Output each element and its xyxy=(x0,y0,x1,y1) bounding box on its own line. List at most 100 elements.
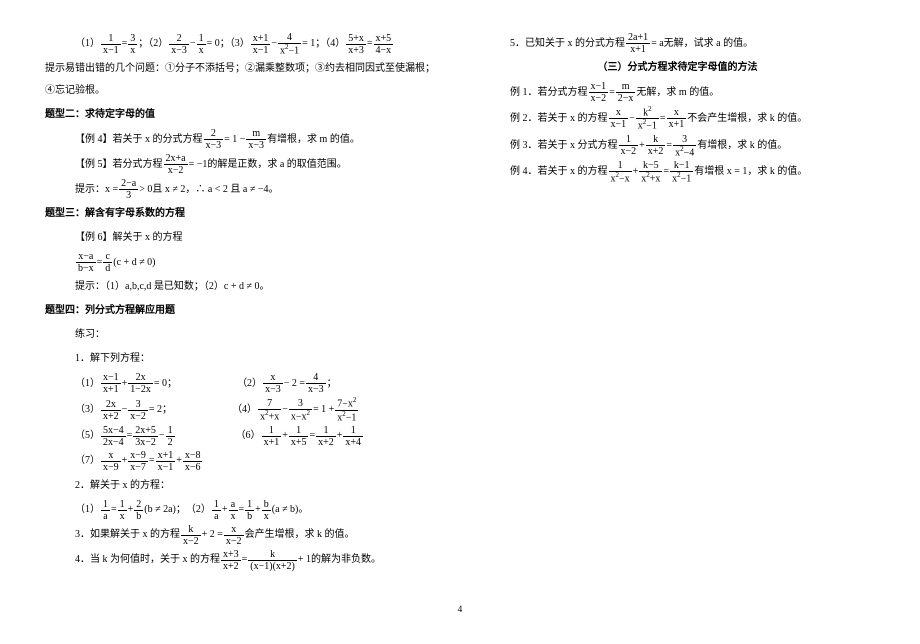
r1-post: 无解，求 m 的值。 xyxy=(636,82,719,104)
r4-post: 有增根 x = 1，求 k 的值。 xyxy=(694,161,807,183)
right-column: 5．已知关于 x 的分式方程 2a+1x+1 = a 无解，试求 a 的值。 （… xyxy=(480,30,875,574)
eq1-label: （1） xyxy=(75,33,100,55)
p5-row: 5．已知关于 x 的分式方程 2a+1x+1 = a 无解，试求 a 的值。 xyxy=(480,32,875,55)
r3-pre: 例 3．若关于 x 分式方程 xyxy=(510,135,618,157)
p2-2-label: （2） xyxy=(186,499,211,521)
frac: 2x−3 xyxy=(169,33,189,56)
frac: 3x−x2 xyxy=(289,398,312,422)
eq2-label: ；（2） xyxy=(138,33,168,55)
eq4-label: ；（4） xyxy=(315,33,345,55)
frac: 3x−2 xyxy=(128,399,148,422)
p2-1-label: （1） xyxy=(75,499,100,521)
frac: 2b xyxy=(134,499,143,522)
frac: 1a xyxy=(101,499,110,522)
r2-pre: 例 2．若关于 x 的方程 xyxy=(510,108,608,130)
section3-title: （三）分式方程求待定字母值的方法 xyxy=(480,57,875,79)
r1-pre: 例 1．若分式方程 xyxy=(510,82,588,104)
frac: 1x+5 xyxy=(289,425,309,448)
example-6-hint: 提示：（1）a,b,c,d 是已知数；（2）c + d ≠ 0。 xyxy=(45,276,440,298)
p1-3-label: （3） xyxy=(75,399,100,421)
type2-title: 题型二：求待定字母的值 xyxy=(45,104,440,126)
practice-label: 练习： xyxy=(45,324,440,346)
r4-pre: 例 4．若关于 x 的方程 xyxy=(510,161,608,183)
eq3-label: ；（3） xyxy=(220,33,250,55)
frac: 12 xyxy=(166,425,175,448)
frac: x−1x+1 xyxy=(101,372,121,395)
ex4-tail: 有增根，求 m 的值。 xyxy=(267,129,360,151)
hints-text: 提示易错出错的几个问题：①分子不添括号；②漏乘整数项；③约去相同因式至使漏根；④… xyxy=(45,58,440,102)
ex5-tail: 的解是正数，求 a 的取值范围。 xyxy=(207,154,346,176)
frac: 3x xyxy=(128,33,137,56)
example-5: 【例 5】若分式方程 2x+ax−2 = −1 的解是正数，求 a 的取值范围。 xyxy=(45,153,440,176)
frac: x+3x+2 xyxy=(221,549,241,572)
frac: cd xyxy=(103,251,112,274)
ex5-hint-mid: 且 x ≠ 2，∴ a < 2 且 a ≠ −4。 xyxy=(152,179,278,201)
frac: x−1x−2 xyxy=(589,81,609,104)
frac: 2x+ax−2 xyxy=(164,153,188,176)
p2-2-cond: (a ≠ b)。 xyxy=(272,499,309,521)
p1-row4: （7） xx−9 + x−9x−7 = x+1x−1 + x−8x−6 xyxy=(45,450,440,473)
p2-row: （1） 1a = 1x + 2b (b ≠ 2a)； （2） 1a + ax =… xyxy=(45,499,440,522)
frac: 1x+1 xyxy=(262,425,282,448)
frac: 1x xyxy=(197,33,206,56)
frac: x+54−x xyxy=(374,33,394,56)
frac: x−8x−6 xyxy=(183,450,203,473)
p3-post: 会产生增根，求 k 的值。 xyxy=(245,524,355,546)
p1-1-label: （1） xyxy=(75,373,100,395)
p1-row2: （3） 2xx+2 − 3x−2 = 2； （4） 7x2+x − 3x−x2 … xyxy=(45,397,440,423)
frac: x−ab−x xyxy=(76,251,96,274)
example-4: 【例 4】若关于 x 的分式方程 2x−3 = 1 − mx−3 有增根，求 m… xyxy=(45,128,440,151)
frac: xx+1 xyxy=(667,107,687,130)
p1-4-label: （4） xyxy=(232,399,257,421)
p1-row1: （1） x−1x+1 + 2x1−2x = 0； （2） xx−3 − 2 = … xyxy=(45,372,440,395)
p1-6-label: （6） xyxy=(236,425,261,447)
frac: 1x2−x xyxy=(609,160,632,184)
ex5-text: 【例 5】若分式方程 xyxy=(75,154,163,176)
example-5-hint: 提示： x = 2−a3 > 0 且 x ≠ 2，∴ a < 2 且 a ≠ −… xyxy=(45,178,440,201)
frac: 4x−3 xyxy=(306,372,326,395)
frac: k2x2−1 xyxy=(636,106,659,132)
frac: 3x2−4 xyxy=(673,134,696,158)
r3-row: 例 3．若关于 x 分式方程 1x−2 + kx+2 = 3x2−4 有增根，求… xyxy=(480,134,875,158)
p4-post: 的解为非负数。 xyxy=(311,549,381,571)
p5-pre: 5．已知关于 x 的分式方程 xyxy=(510,33,625,55)
frac: x+1x−1 xyxy=(251,33,271,56)
type3-title: 题型三：解含有字母系数的方程 xyxy=(45,203,440,225)
frac: 2x−3 xyxy=(204,128,224,151)
frac: ax xyxy=(229,499,238,522)
r1-row: 例 1．若分式方程 x−1x−2 = m2−x 无解，求 m 的值。 xyxy=(480,81,875,104)
frac: kx+2 xyxy=(646,134,666,157)
frac: mx−3 xyxy=(246,128,266,151)
example-6-eq: x−ab−x = cd (c + d ≠ 0) xyxy=(45,251,440,274)
frac: 4x2−1 xyxy=(278,32,301,56)
eq-line-1: （1） 1x−1 = 3x ；（2） 2x−3 − 1x = 0 ；（3） x+… xyxy=(45,32,440,56)
frac: 1x+4 xyxy=(343,425,363,448)
frac: bx xyxy=(262,499,271,522)
frac: 5+xx+3 xyxy=(346,33,366,56)
frac: kx−2 xyxy=(181,524,201,547)
frac: k−1x2−1 xyxy=(670,160,693,184)
p5-post: 无解，试求 a 的值。 xyxy=(664,33,753,55)
r4-row: 例 4．若关于 x 的方程 1x2−x + k−5x2+x = k−1x2−1 … xyxy=(480,160,875,184)
frac: x+1x−1 xyxy=(156,450,176,473)
type4-title: 题型四：列分式方程解应用题 xyxy=(45,300,440,322)
frac: 1x+2 xyxy=(316,425,336,448)
p3-pre: 3．如果解关于 x 的方程 xyxy=(75,524,180,546)
frac: 1x−2 xyxy=(619,134,639,157)
frac: 1b xyxy=(245,499,254,522)
frac: 2x1−2x xyxy=(128,372,153,395)
frac: xx−1 xyxy=(609,107,629,130)
frac: 2x+53x−2 xyxy=(133,425,158,448)
p1-7-label: （7） xyxy=(75,450,100,472)
p1-5-label: （5） xyxy=(75,425,100,447)
frac: x−9x−7 xyxy=(128,450,148,473)
frac: m2−x xyxy=(616,81,636,104)
frac: 2−a3 xyxy=(119,178,138,201)
frac: 7x2+x xyxy=(258,398,281,422)
p3-row: 3．如果解关于 x 的方程 kx−2 + 2 = xx−2 会产生增根，求 k … xyxy=(45,524,440,547)
ex5-hint-pre: 提示： xyxy=(75,179,105,201)
page-number: 4 xyxy=(45,604,875,614)
example-6: 【例 6】解关于 x 的方程 xyxy=(45,227,440,249)
left-column: （1） 1x−1 = 3x ；（2） 2x−3 − 1x = 0 ；（3） x+… xyxy=(45,30,440,574)
r3-post: 有增根，求 k 的值。 xyxy=(697,135,787,157)
